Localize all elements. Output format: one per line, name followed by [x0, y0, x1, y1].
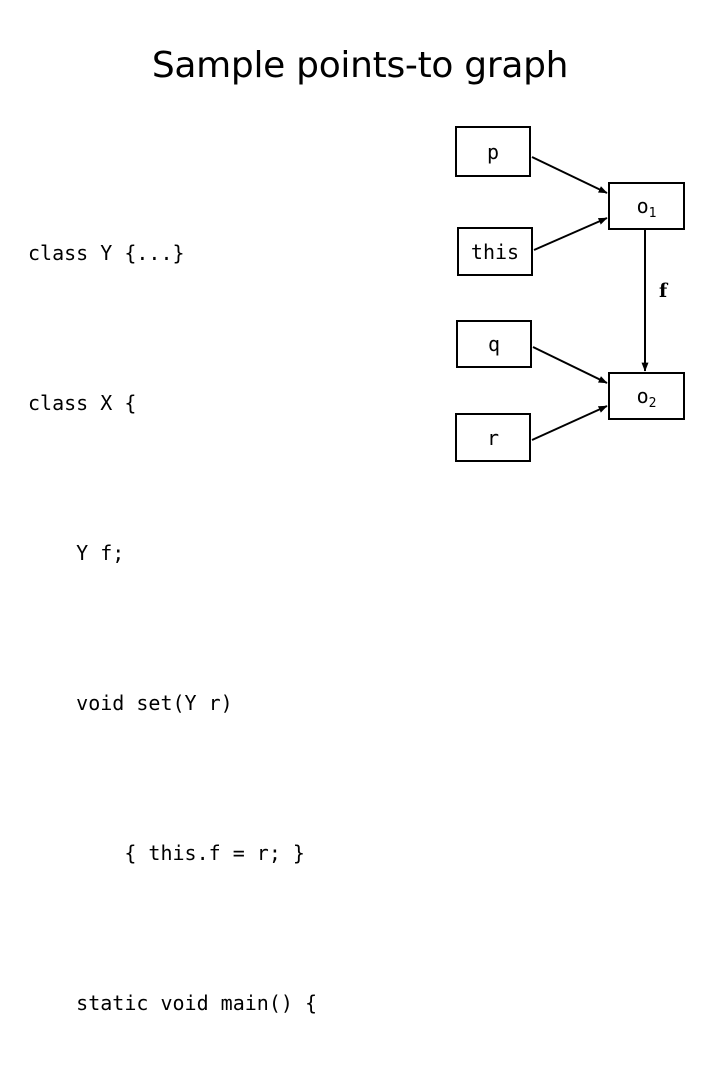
graph-node-o2[interactable]: o2 [608, 372, 685, 420]
graph-node-r[interactable]: r [455, 413, 531, 462]
code-line-text: class Y {...} [28, 240, 185, 265]
points-to-graph: f p this q r o1 o2 [440, 110, 710, 480]
page-title: Sample points-to graph [151, 45, 569, 86]
code-line: void set(Y r) [28, 685, 428, 723]
code-line: static void main() { [28, 985, 428, 1023]
graph-node-label-text: o [636, 194, 649, 218]
graph-node-label-subscript: 2 [648, 396, 657, 411]
code-line-text: void set(Y r) [76, 690, 233, 715]
graph-node-label: this [470, 239, 520, 264]
code-line-text: { this.f = r; } [124, 840, 305, 865]
code-line: Y f; [28, 535, 428, 573]
graph-node-p[interactable]: p [455, 126, 531, 177]
code-line-text: Y f; [76, 540, 125, 565]
graph-node-label: o1 [636, 194, 657, 221]
edge-this-to-o1 [533, 217, 608, 251]
graph-node-label-text: o [636, 384, 649, 408]
graph-node-q[interactable]: q [456, 320, 532, 368]
graph-node-label: q [487, 332, 501, 356]
code-line: { this.f = r; } [28, 835, 428, 873]
edge-q-to-o2 [532, 346, 608, 384]
code-line-text: class X { [28, 390, 137, 415]
code-line: class Y {...} [28, 235, 428, 273]
edge-r-to-o2 [531, 405, 608, 441]
graph-node-o1[interactable]: o1 [608, 182, 685, 230]
graph-node-label: p [486, 139, 500, 164]
graph-node-label: o2 [636, 384, 657, 411]
slide-canvas: Sample points-to graph class Y {...} cla… [0, 0, 720, 1015]
edge-p-to-o1 [531, 156, 608, 194]
edge-label-f: f [659, 280, 668, 302]
code-line-text: static void main() { [76, 990, 317, 1015]
code-line: class X { [28, 385, 428, 423]
graph-node-label: r [486, 425, 500, 450]
graph-node-this[interactable]: this [457, 227, 533, 276]
code-listing: class Y {...} class X { Y f; void set(Y … [28, 122, 428, 1080]
graph-node-label-subscript: 1 [648, 206, 657, 221]
